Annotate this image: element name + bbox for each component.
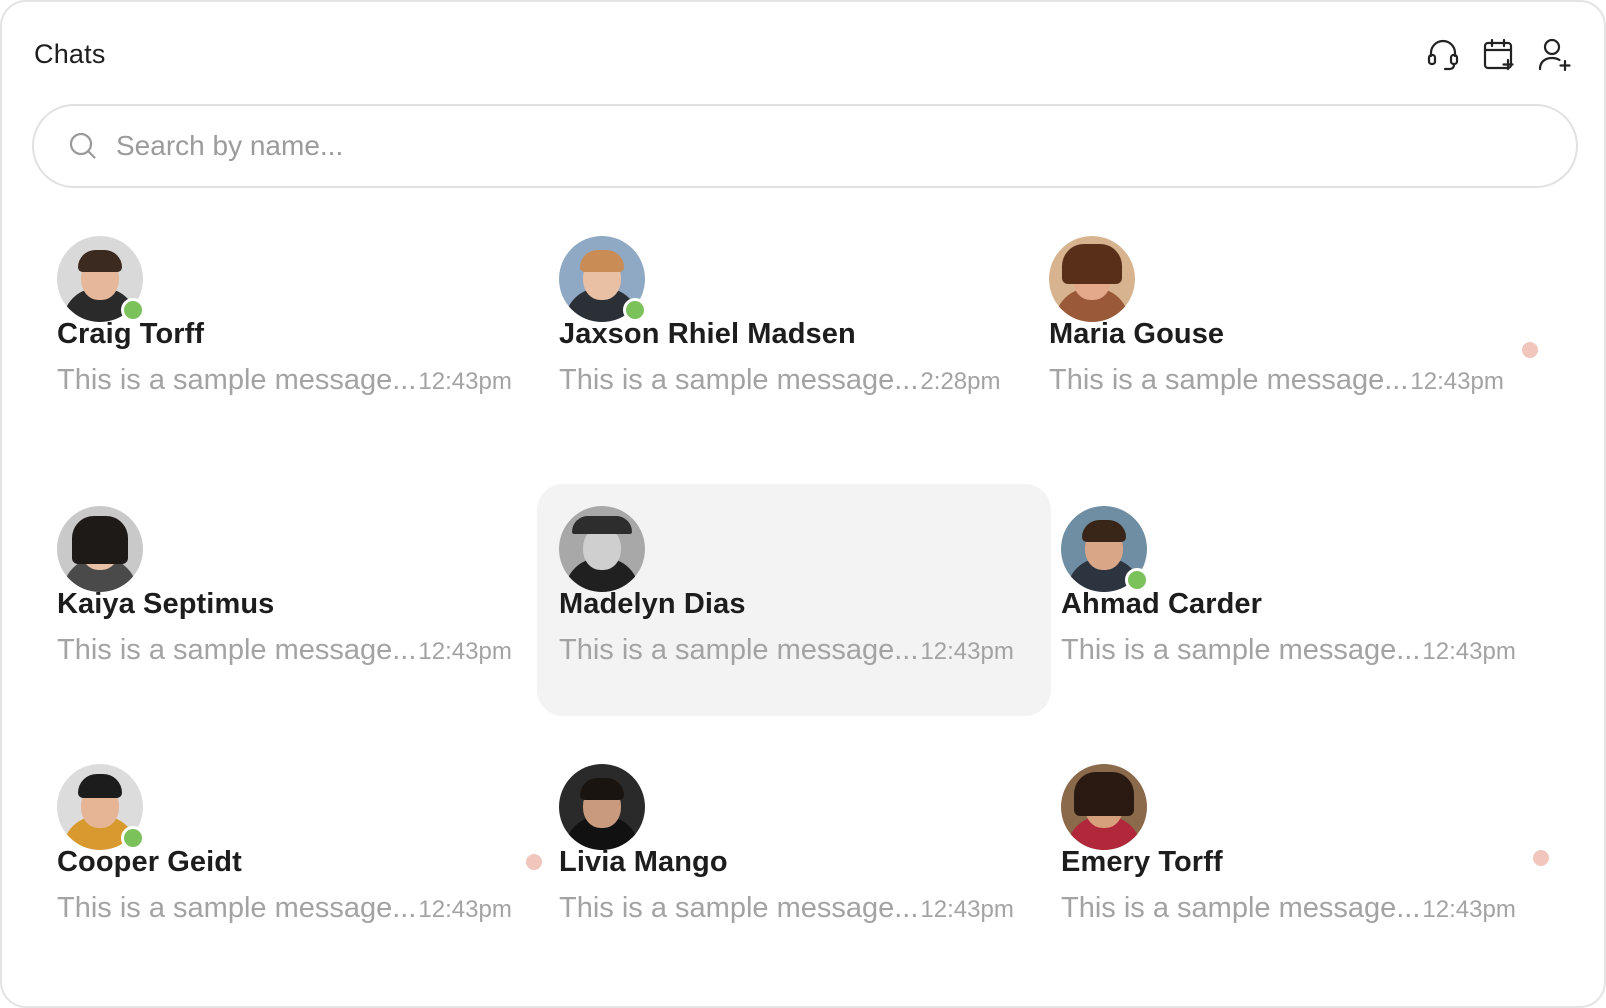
search-bar[interactable] [32,104,1578,188]
message-preview: This is a sample message... 12:43pm [57,364,512,397]
message-time: 12:43pm [1410,368,1504,395]
header-actions [1424,35,1574,73]
message-time: 12:43pm [418,638,512,665]
message-preview: This is a sample message... 12:43pm [1061,634,1516,667]
message-time: 12:43pm [418,896,512,923]
chat-item[interactable]: Cooper Geidt This is a sample message...… [35,742,549,974]
message-text: This is a sample message... [559,892,919,924]
search-icon [69,132,96,159]
chats-header: Chats [34,32,1574,76]
chat-item[interactable]: Emery Torff This is a sample message... … [1039,742,1553,974]
chat-item[interactable]: Kaiya Septimus This is a sample message.… [35,484,549,716]
avatar [1061,506,1149,592]
message-text: This is a sample message... [1061,634,1421,666]
avatar [1061,764,1147,850]
message-text: This is a sample message... [57,892,417,924]
contact-name: Cooper Geidt [57,846,242,878]
message-preview: This is a sample message... 12:43pm [57,892,512,925]
chat-item[interactable]: Livia Mango This is a sample message... … [537,742,1051,974]
avatar [559,764,645,850]
page-title: Chats [34,38,106,69]
avatar [57,764,145,850]
message-preview: This is a sample message... 12:43pm [1061,892,1516,925]
contact-name: Kaiya Septimus [57,588,275,620]
message-text: This is a sample message... [559,364,919,396]
contact-name: Craig Torff [57,318,205,350]
avatar [559,236,647,322]
chat-item-selected[interactable]: Madelyn Dias This is a sample message...… [537,484,1051,716]
avatar [57,506,143,592]
message-text: This is a sample message... [1049,364,1409,396]
support-button[interactable] [1424,35,1462,73]
message-time: 12:43pm [1422,638,1516,665]
message-time: 12:43pm [920,896,1014,923]
message-text: This is a sample message... [57,364,417,396]
calendar-add-icon [1483,38,1514,71]
contact-name: Ahmad Carder [1061,588,1263,620]
message-preview: This is a sample message... 12:43pm [1049,364,1504,397]
add-user-button[interactable] [1536,35,1574,73]
message-time: 12:43pm [920,638,1014,665]
avatar [559,506,645,592]
message-text: This is a sample message... [1061,892,1421,924]
message-time: 12:43pm [1422,896,1516,923]
message-time: 2:28pm [920,368,1001,395]
chat-item[interactable]: Maria Gouse This is a sample message... … [1027,214,1541,446]
contact-name: Madelyn Dias [559,588,746,620]
message-preview: This is a sample message... 2:28pm [559,364,1000,397]
message-preview: This is a sample message... 12:43pm [559,634,1014,667]
contact-name: Livia Mango [559,846,728,878]
avatar [57,236,145,322]
contact-name: Jaxson Rhiel Madsen [559,318,856,350]
message-preview: This is a sample message... 12:43pm [57,634,512,667]
schedule-button[interactable] [1480,35,1518,73]
chat-item[interactable]: Ahmad Carder This is a sample message...… [1039,484,1553,716]
contact-name: Emery Torff [1061,846,1223,878]
message-preview: This is a sample message... 12:43pm [559,892,1014,925]
search-input[interactable] [116,130,1576,162]
unread-indicator [1533,850,1549,866]
chat-item[interactable]: Jaxson Rhiel Madsen This is a sample mes… [537,214,1051,446]
message-time: 12:43pm [418,368,512,395]
message-text: This is a sample message... [57,634,417,666]
headset-icon [1427,39,1459,71]
avatar [1049,236,1135,322]
message-text: This is a sample message... [559,634,919,666]
chat-item[interactable]: Craig Torff This is a sample message... … [35,214,549,446]
user-add-icon [1538,38,1571,72]
chats-panel: Chats Search by name... Craig Torff This… [0,0,1606,1008]
unread-indicator [1522,342,1538,358]
contact-name: Maria Gouse [1049,318,1225,350]
